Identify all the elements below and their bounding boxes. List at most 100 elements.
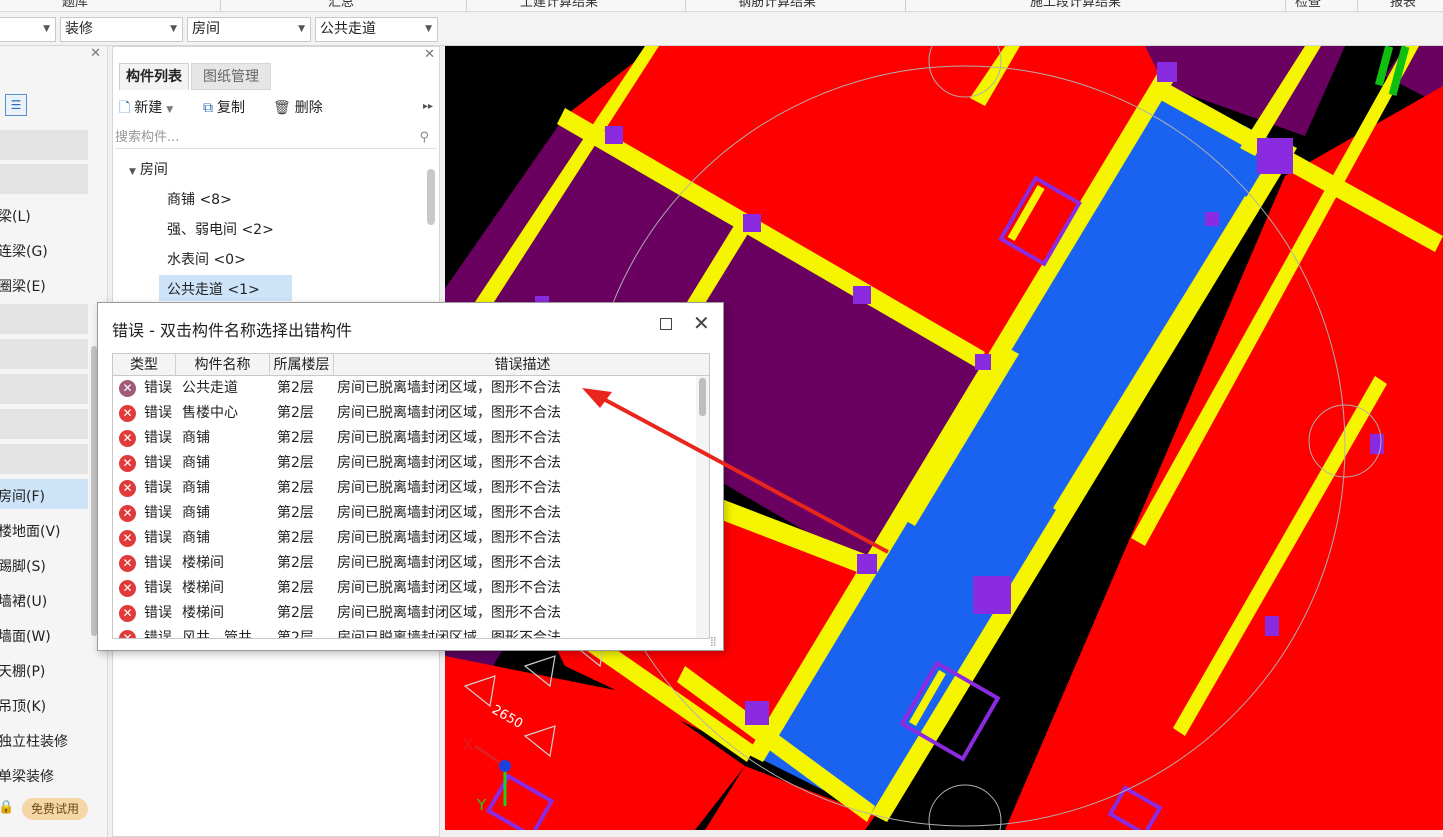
category-item-skirting[interactable]: 踢脚(S): [0, 556, 46, 576]
ribbon-divider: [1285, 0, 1286, 11]
cell-description: 房间已脱离墙封闭区域，图形不合法: [337, 530, 561, 546]
selector-bar: ▼ 装修 ▼ 房间 ▼ 公共走道 ▼: [0, 13, 1443, 46]
list-view-icon[interactable]: ☰: [5, 94, 27, 116]
column-header-type[interactable]: 类型: [113, 354, 176, 376]
table-row[interactable]: ✕ 错误 商铺 第2层 房间已脱离墙封闭区域，图形不合法: [113, 501, 693, 526]
scrollbar-thumb[interactable]: [699, 378, 706, 416]
cell-description: 房间已脱离墙封闭区域，图形不合法: [337, 505, 561, 521]
axis-y-label: Y: [476, 796, 487, 814]
cell-name[interactable]: 售楼中心: [182, 401, 238, 426]
table-row[interactable]: ✕ 错误 楼梯间 第2层 房间已脱离墙封闭区域，图形不合法: [113, 551, 693, 576]
ribbon-tab-report[interactable]: 报表: [1390, 0, 1416, 10]
delete-button[interactable]: 🗑 删除: [273, 97, 323, 117]
tree-item-electrical-room[interactable]: 强、弱电间 <2>: [167, 219, 274, 239]
table-row[interactable]: ✕ 错误 风井、管井 第2层 房间已脱离墙封闭区域，图形不合法: [113, 626, 693, 639]
copy-button[interactable]: ⧉ 复制: [203, 97, 245, 117]
trash-icon: 🗑: [273, 100, 291, 116]
cell-type: 错误: [144, 380, 172, 396]
category-group-row[interactable]: [0, 130, 88, 160]
tree-item-public-corridor[interactable]: 公共走道 <1>: [167, 279, 260, 299]
close-icon[interactable]: ✕: [693, 311, 710, 335]
cell-name[interactable]: 公共走道: [182, 376, 238, 401]
table-row[interactable]: ✕ 错误 商铺 第2层 房间已脱离墙封闭区域，图形不合法: [113, 451, 693, 476]
cell-name[interactable]: 商铺: [182, 451, 210, 476]
ribbon-tab-check[interactable]: 检查: [1295, 0, 1321, 10]
more-icon[interactable]: ▸▸: [423, 101, 433, 112]
resize-grip-icon[interactable]: ⣿: [710, 637, 717, 647]
category-group-row[interactable]: [0, 374, 88, 404]
table-row[interactable]: ✕ 错误 公共走道 第2层 房间已脱离墙封闭区域，图形不合法: [113, 376, 693, 401]
error-table-scrollbar[interactable]: [696, 376, 709, 638]
cell-type: 错误: [144, 505, 172, 521]
category-item-floor-surface[interactable]: 楼地面(V): [0, 521, 61, 541]
cell-floor: 第2层: [277, 430, 314, 446]
category-item-beam-finish[interactable]: 单梁装修: [0, 766, 54, 786]
cell-name[interactable]: 商铺: [182, 476, 210, 501]
table-row[interactable]: ✕ 错误 商铺 第2层 房间已脱离墙封闭区域，图形不合法: [113, 526, 693, 551]
cell-name[interactable]: 楼梯间: [182, 601, 224, 626]
category-select[interactable]: 装修 ▼: [60, 17, 183, 42]
tree-item-shop[interactable]: 商铺 <8>: [167, 189, 232, 209]
ribbon-tab-tiku[interactable]: 题库: [62, 0, 88, 10]
table-row[interactable]: ✕ 错误 楼梯间 第2层 房间已脱离墙封闭区域，图形不合法: [113, 576, 693, 601]
component-select[interactable]: 公共走道 ▼: [315, 17, 438, 42]
cell-name[interactable]: 风井、管井: [182, 626, 252, 638]
floor-select[interactable]: ▼: [0, 17, 56, 42]
maximize-icon[interactable]: [660, 318, 672, 330]
search-icon[interactable]: ⚲: [419, 127, 429, 149]
ribbon-tab-stage-results[interactable]: 施工段计算结果: [1030, 0, 1121, 10]
table-row[interactable]: ✕ 错误 商铺 第2层 房间已脱离墙封闭区域，图形不合法: [113, 426, 693, 451]
category-item-beam[interactable]: 梁(L): [0, 206, 31, 226]
category-item-coupling-beam[interactable]: 连梁(G): [0, 241, 48, 261]
category-item-column-finish[interactable]: 独立柱装修: [0, 731, 68, 751]
tab-component-list[interactable]: 构件列表: [119, 63, 189, 90]
column-header-name[interactable]: 构件名称: [176, 354, 270, 376]
category-item-ring-beam[interactable]: 圈梁(E): [0, 276, 46, 296]
delete-button-label: 删除: [294, 100, 323, 116]
new-button-label: 新建: [134, 100, 163, 116]
cell-name[interactable]: 楼梯间: [182, 551, 224, 576]
copy-icon: ⧉: [203, 100, 213, 116]
cell-name[interactable]: 楼梯间: [182, 576, 224, 601]
cell-name[interactable]: 商铺: [182, 526, 210, 551]
column-header-description[interactable]: 错误描述: [334, 354, 709, 376]
table-row[interactable]: ✕ 错误 商铺 第2层 房间已脱离墙封闭区域，图形不合法: [113, 476, 693, 501]
lock-icon: 🔒: [0, 800, 15, 815]
category-item-ceiling[interactable]: 天棚(P): [0, 661, 45, 681]
cell-description: 房间已脱离墙封闭区域，图形不合法: [337, 480, 561, 496]
ribbon-tab-civil-results[interactable]: 土建计算结果: [520, 0, 598, 10]
cell-floor: 第2层: [277, 380, 314, 396]
new-button[interactable]: 🗋 新建 ▼: [119, 97, 173, 121]
tab-drawing-management[interactable]: 图纸管理: [191, 63, 271, 90]
cell-floor: 第2层: [277, 580, 314, 596]
cell-type: 错误: [144, 630, 172, 639]
tree-item-meter-room[interactable]: 水表间 <0>: [167, 249, 246, 269]
cell-name[interactable]: 商铺: [182, 426, 210, 451]
close-icon[interactable]: ✕: [424, 47, 435, 62]
tree-node-room[interactable]: ▼ 房间: [129, 159, 168, 179]
category-group-row[interactable]: [0, 409, 88, 439]
category-group-row[interactable]: [0, 304, 88, 334]
component-scrollbar[interactable]: [427, 169, 435, 225]
component-search-input[interactable]: 搜索构件... ⚲: [115, 127, 437, 149]
table-row[interactable]: ✕ 错误 楼梯间 第2层 房间已脱离墙封闭区域，图形不合法: [113, 601, 693, 626]
column-header-floor[interactable]: 所属楼层: [270, 354, 334, 376]
category-group-row[interactable]: [0, 164, 88, 194]
error-icon: ✕: [119, 630, 136, 638]
category-item-room[interactable]: 房间(F): [0, 486, 45, 506]
category-group-row[interactable]: [0, 339, 88, 369]
ribbon-tab-rebar-results[interactable]: 钢筋计算结果: [738, 0, 816, 10]
cell-name[interactable]: 商铺: [182, 501, 210, 526]
tree-node-room-label: 房间: [139, 162, 168, 178]
type-select[interactable]: 房间 ▼: [187, 17, 311, 42]
free-trial-button[interactable]: 免费试用: [22, 798, 88, 820]
category-item-dado[interactable]: 墙裙(U): [0, 591, 47, 611]
cell-type: 错误: [144, 405, 172, 421]
ribbon-tab-summary[interactable]: 汇总: [328, 0, 354, 10]
category-item-wall-surface[interactable]: 墙面(W): [0, 626, 51, 646]
close-icon[interactable]: ✕: [90, 46, 101, 61]
cell-type: 错误: [144, 605, 172, 621]
table-row[interactable]: ✕ 错误 售楼中心 第2层 房间已脱离墙封闭区域，图形不合法: [113, 401, 693, 426]
category-group-row[interactable]: [0, 444, 88, 474]
category-item-suspended-ceiling[interactable]: 吊顶(K): [0, 696, 46, 716]
